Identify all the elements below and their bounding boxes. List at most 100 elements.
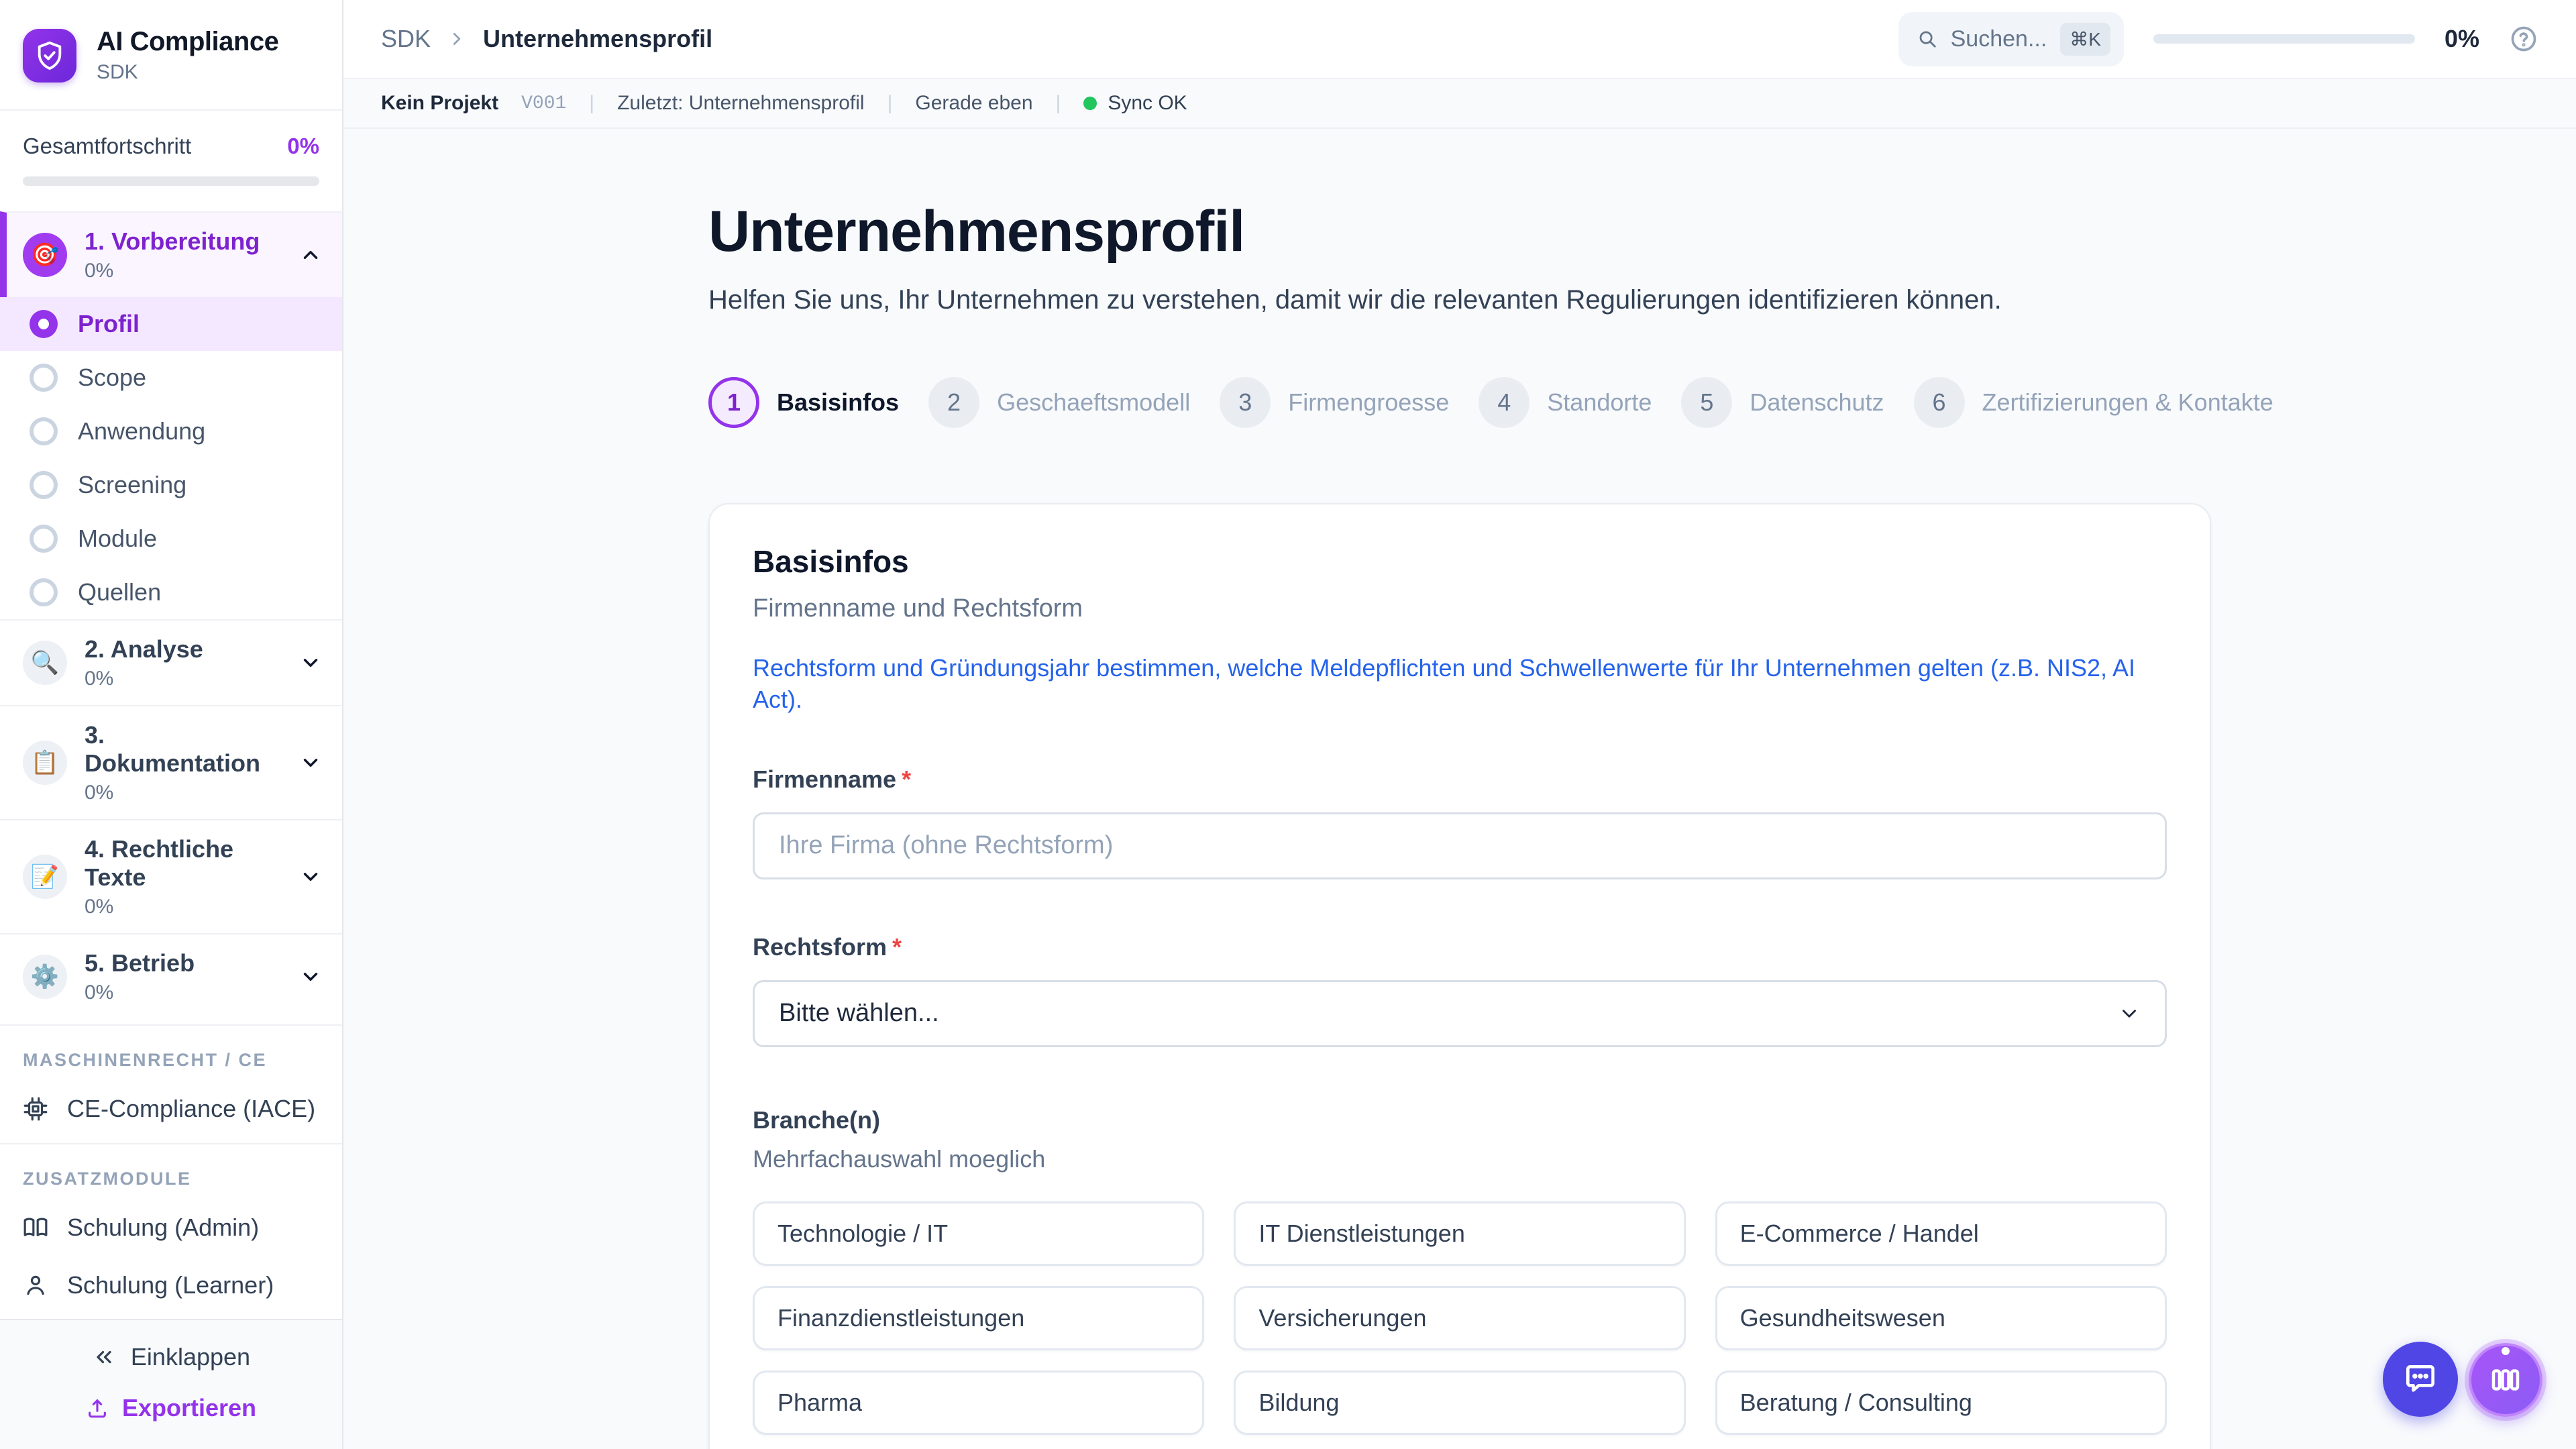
group-header-zusatzmodule: ZUSATZMODULE xyxy=(0,1143,342,1199)
step-indicator: 1 Basisinfos 2 Geschaeftsmodell 3 Firmen… xyxy=(708,377,2211,428)
chat-bubble-icon xyxy=(2402,1360,2439,1398)
sidebar-item-scope[interactable]: Scope xyxy=(0,351,342,405)
chevron-down-icon xyxy=(299,751,322,774)
app-title: AI Compliance xyxy=(97,27,278,57)
target-icon: 🎯 xyxy=(23,233,67,277)
card-title: Basisinfos xyxy=(753,543,2167,580)
sync-status: Sync OK xyxy=(1083,92,1187,115)
step-firmengroesse[interactable]: 3 Firmengroesse xyxy=(1220,377,1449,428)
sidebar-item-profil[interactable]: Profil xyxy=(0,297,342,351)
sidebar-item-screening[interactable]: Screening xyxy=(0,458,342,512)
radio-empty-icon xyxy=(30,417,58,445)
section-title: 1. Vorbereitung xyxy=(85,227,282,256)
main-pane: SDK Unternehmensprofil Suchen... ⌘K 0% K… xyxy=(343,0,2576,1449)
step-standorte[interactable]: 4 Standorte xyxy=(1479,377,1652,428)
industry-chip[interactable]: Versicherungen xyxy=(1234,1286,1685,1350)
chevron-right-icon xyxy=(447,29,467,49)
double-chevron-left-icon xyxy=(92,1345,116,1369)
industry-chip[interactable]: Finanzdienstleistungen xyxy=(753,1286,1204,1350)
statusbar: Kein Projekt V001 | Zuletzt: Unternehmen… xyxy=(343,79,2576,129)
firmenname-input[interactable] xyxy=(753,812,2167,879)
header-progress-value: 0% xyxy=(2445,25,2479,53)
overall-progress-label: Gesamtfortschritt xyxy=(23,133,191,159)
industry-chip[interactable]: Bildung xyxy=(1234,1371,1685,1435)
clipboard-icon: 📋 xyxy=(23,741,67,785)
sidebar-section-rechtliche-texte[interactable]: 📝 4. Rechtliche Texte 0% xyxy=(0,819,342,933)
industry-chip[interactable]: Pharma xyxy=(753,1371,1204,1435)
section-subitems: Profil Scope Anwendung Screening Module … xyxy=(0,297,342,619)
main-content: Unternehmensprofil Helfen Sie uns, Ihr U… xyxy=(343,129,2576,1449)
page-title: Unternehmensprofil xyxy=(708,199,2211,265)
sidebar-section-betrieb[interactable]: ⚙️ 5. Betrieb 0% xyxy=(0,933,342,1019)
sidebar-item-module[interactable]: Module xyxy=(0,512,342,566)
overall-progress-value: 0% xyxy=(287,133,319,159)
search-placeholder: Suchen... xyxy=(1951,26,2047,52)
sidebar: AI Compliance SDK Gesamtfortschritt 0% 🎯… xyxy=(0,0,343,1449)
app-subtitle: SDK xyxy=(97,61,278,84)
sidebar-section-dokumentation[interactable]: 📋 3. Dokumentation 0% xyxy=(0,705,342,819)
sidebar-item-ce-compliance[interactable]: CE-Compliance (IACE) xyxy=(0,1080,342,1138)
step-zertifizierungen[interactable]: 6 Zertifizierungen & Kontakte xyxy=(1914,377,2273,428)
required-asterisk: * xyxy=(892,933,902,961)
magnifier-icon: 🔍 xyxy=(23,641,67,685)
sidebar-item-quellen[interactable]: Quellen xyxy=(0,566,342,619)
sidebar-item-legal-rag[interactable]: Legal RAG xyxy=(0,1314,342,1319)
brand-text: AI Compliance SDK xyxy=(97,27,278,84)
card-subtitle: Firmenname und Rechtsform xyxy=(753,594,2167,623)
upload-icon xyxy=(86,1397,109,1419)
industry-grid: Technologie / IT IT Dienstleistungen E-C… xyxy=(753,1201,2167,1449)
sidebar-footer: Einklappen Exportieren xyxy=(0,1319,342,1449)
branche-hint: Mehrfachauswahl moeglich xyxy=(753,1145,2167,1173)
section-progress: 0% xyxy=(85,260,282,282)
step-datenschutz[interactable]: 5 Datenschutz xyxy=(1681,377,1884,428)
last-saved-time: Gerade eben xyxy=(915,92,1032,115)
industry-chip[interactable]: Beratung / Consulting xyxy=(1715,1371,2167,1435)
divider: | xyxy=(888,92,893,115)
firmenname-label: Firmenname* xyxy=(753,765,2167,794)
sidebar-item-schulung-admin[interactable]: Schulung (Admin) xyxy=(0,1199,342,1256)
industry-chip[interactable]: E-Commerce / Handel xyxy=(1715,1201,2167,1266)
collapse-sidebar-button[interactable]: Einklappen xyxy=(92,1343,250,1371)
industry-chip[interactable]: Technologie / IT xyxy=(753,1201,1204,1266)
sidebar-section-analyse[interactable]: 🔍 2. Analyse 0% xyxy=(0,619,342,705)
breadcrumb: SDK Unternehmensprofil xyxy=(381,25,712,53)
breadcrumb-current: Unternehmensprofil xyxy=(483,25,712,53)
export-button[interactable]: Exportieren xyxy=(86,1394,256,1422)
chat-fab-button[interactable] xyxy=(2383,1342,2458,1417)
required-asterisk: * xyxy=(902,765,911,793)
version-badge: V001 xyxy=(521,93,566,114)
chevron-down-icon xyxy=(299,865,322,888)
radio-empty-icon xyxy=(30,525,58,553)
gear-icon: ⚙️ xyxy=(23,955,67,999)
radio-empty-icon xyxy=(30,364,58,392)
search-input[interactable]: Suchen... ⌘K xyxy=(1898,12,2124,66)
radio-filled-icon xyxy=(30,310,58,338)
step-basisinfos[interactable]: 1 Basisinfos xyxy=(708,377,899,428)
person-icon xyxy=(23,1273,48,1298)
chevron-down-icon xyxy=(299,965,322,988)
group-header-maschinenrecht: MASCHINENRECHT / CE xyxy=(0,1024,342,1080)
divider: | xyxy=(1056,92,1061,115)
branche-label: Branche(n) xyxy=(753,1106,2167,1134)
radio-empty-icon xyxy=(30,578,58,606)
card-info-text: Rechtsform und Gründungsjahr bestimmen, … xyxy=(753,653,2167,716)
breadcrumb-root[interactable]: SDK xyxy=(381,25,431,53)
rechtsform-label: Rechtsform* xyxy=(753,933,2167,961)
chevron-down-icon xyxy=(299,651,322,674)
rechtsform-select[interactable]: Bitte wählen... xyxy=(753,980,2167,1047)
columns-fab-button[interactable] xyxy=(2469,1343,2542,1417)
chevron-up-icon xyxy=(299,244,322,266)
step-geschaeftsmodell[interactable]: 2 Geschaeftsmodell xyxy=(928,377,1190,428)
topbar: SDK Unternehmensprofil Suchen... ⌘K 0% xyxy=(343,0,2576,79)
overall-progress: Gesamtfortschritt 0% xyxy=(0,109,342,211)
sidebar-section-vorbereitung[interactable]: 🎯 1. Vorbereitung 0% xyxy=(0,211,342,297)
shield-check-logo-icon xyxy=(23,29,76,83)
sidebar-item-schulung-learner[interactable]: Schulung (Learner) xyxy=(0,1256,342,1314)
memo-icon: 📝 xyxy=(23,855,67,899)
industry-chip[interactable]: Gesundheitswesen xyxy=(1715,1286,2167,1350)
industry-chip[interactable]: IT Dienstleistungen xyxy=(1234,1201,1685,1266)
sidebar-item-anwendung[interactable]: Anwendung xyxy=(0,405,342,458)
help-button[interactable] xyxy=(2509,24,2538,54)
columns-icon xyxy=(2487,1362,2524,1398)
project-name: Kein Projekt xyxy=(381,92,498,115)
